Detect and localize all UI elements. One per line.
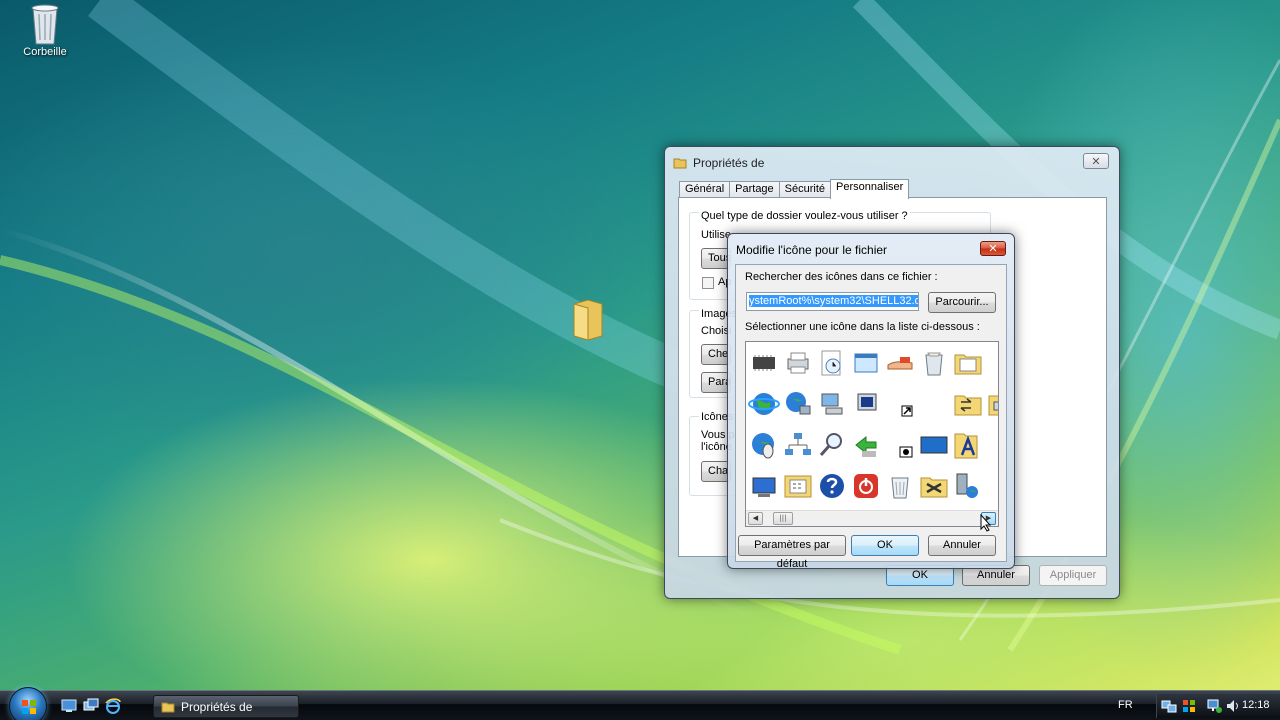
search-icons-label: Rechercher des icônes dans ce fichier : — [745, 271, 938, 283]
recycle-bin-label: Corbeille — [23, 46, 67, 58]
folder-fonts-icon[interactable] — [952, 429, 984, 461]
close-button[interactable]: ✕ — [1083, 153, 1109, 169]
browse-button[interactable]: Parcourir... — [928, 292, 996, 313]
scroll-left-icon: ◀ — [752, 514, 759, 522]
desktop-folder[interactable] — [570, 296, 606, 342]
shutdown-icon[interactable] — [850, 470, 882, 502]
dialog-cancel-button[interactable]: Annuler — [928, 535, 996, 556]
hand-share-icon[interactable] — [884, 347, 916, 379]
folder-icon — [573, 299, 603, 341]
globe-icon[interactable] — [748, 388, 780, 420]
tab-customize[interactable]: Personnaliser — [830, 179, 910, 199]
recycle-bin-empty-icon[interactable] — [884, 470, 916, 502]
mouse-cursor-icon — [980, 514, 992, 532]
close-icon: ✕ — [1091, 154, 1101, 168]
switch-windows-icon[interactable] — [83, 698, 99, 714]
folder-share-icon[interactable] — [952, 388, 984, 420]
notification-area: 12:18 — [1156, 694, 1280, 718]
clock[interactable]: 12:18 — [1242, 699, 1270, 711]
internet-explorer-icon[interactable] — [105, 698, 121, 714]
server-globe-icon[interactable] — [952, 470, 984, 502]
folder-icon — [161, 702, 175, 712]
calculator-folder-icon[interactable] — [952, 347, 984, 379]
network-tree-icon[interactable] — [782, 429, 814, 461]
folder-print-icon[interactable] — [986, 388, 998, 420]
windows-flag-icon[interactable] — [1181, 698, 1197, 714]
volume-icon[interactable] — [1225, 698, 1241, 714]
select-icon-label: Sélectionner une icône dans la liste ci-… — [745, 321, 980, 333]
dialog-ok-button[interactable]: OK — [851, 535, 919, 556]
arrow-back-icon[interactable] — [850, 429, 882, 461]
help-icon[interactable] — [816, 470, 848, 502]
change-icon-titlebar[interactable]: Modifie l'icône pour le fichier — [736, 240, 1006, 260]
close-icon: ✕ — [988, 242, 998, 255]
recycle-bin[interactable]: Corbeille — [14, 2, 76, 58]
clock-document-icon[interactable] — [816, 347, 848, 379]
grip-icon: ||| — [779, 514, 787, 522]
apply-button: Appliquer — [1039, 565, 1107, 586]
windows-logo-icon — [22, 700, 36, 714]
folder-calc-icon[interactable] — [782, 470, 814, 502]
folder-tools-icon[interactable] — [918, 470, 950, 502]
icon-grid — [746, 342, 998, 510]
network-status-icon[interactable] — [1207, 698, 1223, 714]
printer-icon[interactable] — [782, 347, 814, 379]
network-globe-icon[interactable] — [782, 388, 814, 420]
taskbar: Propriétés de FR 12:18 — [0, 687, 1280, 720]
globe-mouse-icon[interactable] — [748, 429, 780, 461]
folder-half-icon[interactable] — [986, 429, 998, 461]
icon-file-path-input[interactable]: ystemRoot%\system32\SHELL32.dll — [746, 292, 919, 311]
show-desktop-icon[interactable] — [61, 698, 77, 714]
magnifier-icon[interactable] — [816, 429, 848, 461]
desktop: Corbeille Propriétés de ✕ Général Partag… — [0, 0, 1280, 690]
change-icon-title: Modifie l'icône pour le fichier — [736, 243, 888, 257]
network-icon[interactable] — [1161, 698, 1177, 714]
properties-titlebar[interactable]: Propriétés de — [673, 153, 1111, 173]
recycle-bin-full-icon[interactable] — [918, 347, 950, 379]
horizontal-scrollbar[interactable]: ◀ ||| ▶ — [746, 510, 998, 526]
icon-file-path-value: ystemRoot%\system32\SHELL32.dll — [749, 295, 918, 307]
language-indicator[interactable]: FR — [1118, 699, 1133, 711]
restore-defaults-button[interactable]: Paramètres par défaut — [738, 535, 846, 570]
apply-subfolders-checkbox[interactable] — [702, 277, 714, 289]
shortcut-arrow-icon[interactable] — [884, 388, 916, 420]
chip-icon[interactable] — [748, 347, 780, 379]
scroll-thumb[interactable]: ||| — [773, 512, 793, 525]
taskbar-properties-button[interactable]: Propriétés de — [153, 695, 299, 718]
monitor-blue-icon[interactable] — [918, 429, 950, 461]
folder-icon — [673, 158, 687, 169]
taskbar-properties-label: Propriétés de — [181, 699, 253, 714]
change-icon-body: Rechercher des icônes dans ce fichier : … — [735, 264, 1007, 570]
window-icon[interactable] — [850, 347, 882, 379]
monitor-remote-icon[interactable] — [850, 388, 882, 420]
folder-partial-icon[interactable] — [986, 470, 998, 502]
shortcut-camera-icon[interactable] — [884, 429, 916, 461]
phone-icon[interactable] — [986, 347, 998, 379]
scroll-left-button[interactable]: ◀ — [748, 512, 763, 525]
start-button[interactable] — [9, 687, 47, 720]
folder-type-question: Quel type de dossier voulez-vous utilise… — [699, 210, 910, 222]
blank-icon[interactable] — [918, 388, 950, 420]
properties-tabs: Général Partage Sécurité Personnaliser — [679, 179, 910, 199]
properties-title: Propriétés de — [693, 156, 765, 170]
recycle-bin-icon — [31, 4, 59, 45]
close-button[interactable]: ✕ — [980, 241, 1006, 256]
pc-network-icon[interactable] — [816, 388, 848, 420]
change-icon-dialog: Modifie l'icône pour le fichier ✕ Recher… — [727, 233, 1015, 570]
computer-desktop-icon[interactable] — [748, 470, 780, 502]
icon-list[interactable]: ◀ ||| ▶ — [745, 341, 999, 527]
